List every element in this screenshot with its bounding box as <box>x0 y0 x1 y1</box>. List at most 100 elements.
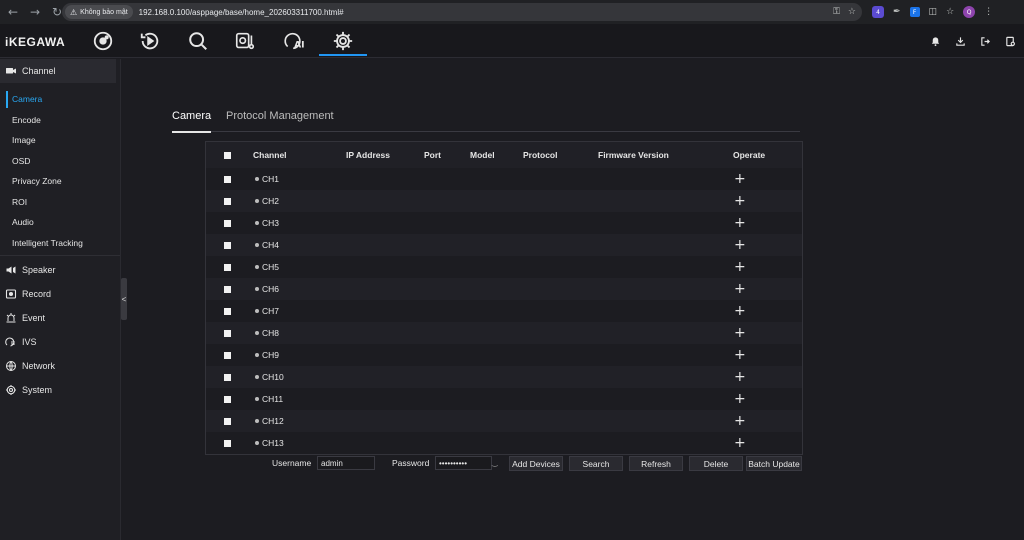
header-model: Model <box>470 150 495 160</box>
row-checkbox[interactable] <box>224 329 231 337</box>
tab-protocol-management[interactable]: Protocol Management <box>226 110 334 132</box>
row-checkbox[interactable] <box>224 219 231 227</box>
row-checkbox[interactable] <box>224 285 231 293</box>
sidebar-item-osd[interactable]: OSD <box>0 151 120 172</box>
password-input[interactable]: •••••••••• <box>435 456 492 470</box>
live-view-icon[interactable] <box>89 29 117 53</box>
hide-password-icon[interactable]: ‿ <box>492 459 498 467</box>
browser-menu-icon[interactable]: ⋮ <box>984 7 993 17</box>
channel-name: CH10 <box>262 372 284 382</box>
extension-f-icon[interactable]: F <box>909 7 920 17</box>
add-camera-plus-icon[interactable]: + <box>734 410 746 432</box>
sidebar-group-event[interactable]: Event <box>0 306 120 330</box>
add-camera-plus-icon[interactable]: + <box>734 212 746 234</box>
channel-name: CH9 <box>262 350 280 360</box>
status-dot-icon <box>255 177 259 181</box>
table-row: CH9 + <box>206 344 802 366</box>
add-camera-plus-icon[interactable]: + <box>734 300 746 322</box>
reading-list-icon[interactable]: ☆ <box>946 7 954 17</box>
sidebar-collapse-handle[interactable]: < <box>121 278 127 320</box>
channel-name: CH13 <box>262 438 284 448</box>
header-channel: Channel <box>253 150 287 160</box>
back-icon[interactable]: ← <box>4 3 22 21</box>
puzzle-extensions-icon[interactable]: ◫ <box>929 7 938 17</box>
channel-name: CH6 <box>262 284 280 294</box>
table-body: CH1 + CH2 + CH3 + CH4 + CH5 + CH6 + CH7 + CH8 + CH9 + CH10… <box>206 168 802 454</box>
notification-bell-icon[interactable] <box>930 36 941 47</box>
logout-icon[interactable] <box>980 36 991 47</box>
extension-badge-icon[interactable]: 4 <box>872 6 884 18</box>
sidebar-group-system[interactable]: System <box>0 378 120 402</box>
delete-button[interactable]: Delete <box>689 456 743 471</box>
forward-icon[interactable]: → <box>26 3 44 21</box>
add-camera-plus-icon[interactable]: + <box>734 190 746 212</box>
row-checkbox[interactable] <box>224 439 231 447</box>
system-gear-icon <box>6 385 16 395</box>
smart-icon[interactable] <box>231 29 259 53</box>
add-camera-plus-icon[interactable]: + <box>734 344 746 366</box>
sidebar-item-image[interactable]: Image <box>0 130 120 151</box>
table-row: CH10 + <box>206 366 802 388</box>
sidebar-group-record[interactable]: Record <box>0 282 120 306</box>
select-all-checkbox[interactable] <box>224 151 231 159</box>
sidebar-item-privacy-zone[interactable]: Privacy Zone <box>0 171 120 192</box>
add-camera-plus-icon[interactable]: + <box>734 432 746 454</box>
user-info-icon[interactable] <box>1005 36 1016 47</box>
security-badge[interactable]: ⚠ Không bảo mật <box>65 5 133 19</box>
row-checkbox[interactable] <box>224 373 231 381</box>
sidebar-group-channel[interactable]: Channel <box>0 59 116 83</box>
brand-logo: iKEGAWA <box>5 35 66 49</box>
event-alarm-icon <box>6 313 16 323</box>
password-key-icon[interactable]: ⚿ <box>833 7 840 17</box>
add-devices-button[interactable]: Add Devices <box>509 456 563 471</box>
sidebar-group-speaker[interactable]: Speaker <box>0 258 120 282</box>
add-camera-plus-icon[interactable]: + <box>734 234 746 256</box>
channel-name: CH5 <box>262 262 280 272</box>
row-checkbox[interactable] <box>224 417 231 425</box>
bookmark-star-icon[interactable]: ☆ <box>848 7 856 17</box>
search-button[interactable]: Search <box>569 456 623 471</box>
sidebar-group-ivs[interactable]: IVS <box>0 330 120 354</box>
add-camera-plus-icon[interactable]: + <box>734 366 746 388</box>
row-checkbox[interactable] <box>224 175 231 183</box>
add-camera-plus-icon[interactable]: + <box>734 278 746 300</box>
row-checkbox[interactable] <box>224 197 231 205</box>
sidebar-item-intelligent-tracking[interactable]: Intelligent Tracking <box>0 233 120 254</box>
eyedropper-icon[interactable]: ✒ <box>893 7 901 17</box>
sidebar-item-encode[interactable]: Encode <box>0 110 120 131</box>
ivs-icon <box>5 337 15 347</box>
row-checkbox[interactable] <box>224 307 231 315</box>
status-dot-icon <box>255 419 259 423</box>
batch-update-button[interactable]: Batch Update <box>746 456 802 471</box>
row-checkbox[interactable] <box>224 351 231 359</box>
download-icon[interactable] <box>955 36 966 47</box>
search-icon[interactable] <box>184 29 212 53</box>
sidebar-group-network[interactable]: Network <box>0 354 120 378</box>
username-input[interactable]: admin <box>317 456 375 470</box>
speaker-icon <box>6 266 16 274</box>
ai-icon[interactable]: AI <box>281 29 309 53</box>
settings-icon[interactable] <box>319 29 367 56</box>
add-camera-plus-icon[interactable]: + <box>734 168 746 190</box>
sidebar-item-audio[interactable]: Audio <box>0 212 120 233</box>
row-checkbox[interactable] <box>224 395 231 403</box>
sidebar-item-roi[interactable]: ROI <box>0 192 120 213</box>
security-label: Không bảo mật <box>80 8 128 16</box>
refresh-button[interactable]: Refresh <box>629 456 683 471</box>
browser-toolbar: ← → ↻ ⚠ Không bảo mật 192.168.0.100/aspp… <box>0 0 1024 24</box>
row-checkbox[interactable] <box>224 263 231 271</box>
status-dot-icon <box>255 265 259 269</box>
row-checkbox[interactable] <box>224 241 231 249</box>
address-bar[interactable]: ⚠ Không bảo mật 192.168.0.100/asppage/ba… <box>62 3 862 21</box>
status-dot-icon <box>255 397 259 401</box>
header-port: Port <box>424 150 441 160</box>
status-dot-icon <box>255 353 259 357</box>
sidebar-item-camera[interactable]: Camera <box>0 89 120 110</box>
playback-icon[interactable] <box>136 29 164 53</box>
profile-avatar[interactable]: Q <box>963 6 976 18</box>
add-camera-plus-icon[interactable]: + <box>734 322 746 344</box>
add-camera-plus-icon[interactable]: + <box>734 388 746 410</box>
add-camera-plus-icon[interactable]: + <box>734 256 746 278</box>
username-label: Username <box>272 458 312 468</box>
tab-camera[interactable]: Camera <box>172 110 212 133</box>
